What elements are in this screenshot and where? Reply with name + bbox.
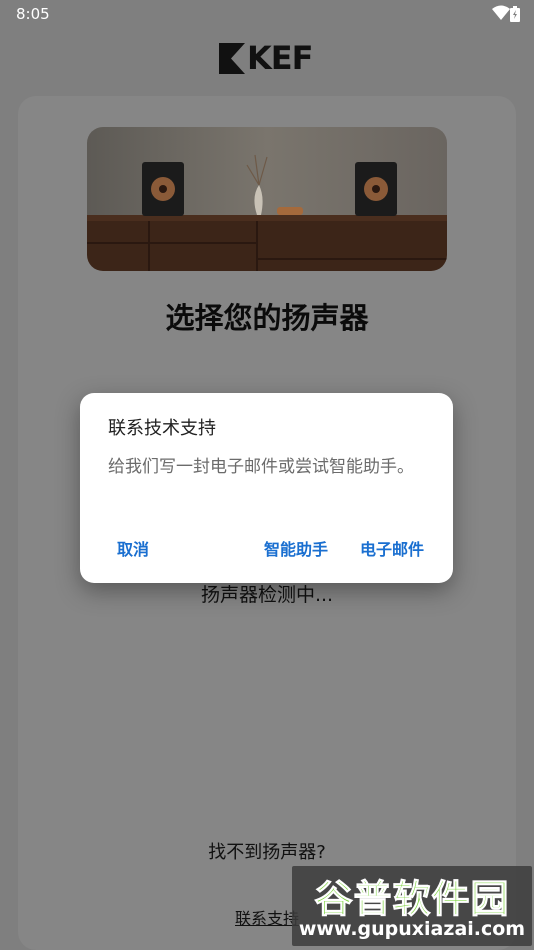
email-button[interactable]: 电子邮件 bbox=[360, 536, 424, 560]
status-time: 8:05 bbox=[16, 5, 50, 23]
watermark-url: www.gupuxiazai.com bbox=[298, 918, 526, 940]
speaker-hero-image bbox=[87, 127, 447, 271]
contact-support-link[interactable]: 联系支持 bbox=[235, 905, 299, 929]
page-title: 选择您的扬声器 bbox=[165, 301, 369, 335]
contact-support-dialog: 联系技术支持 给我们写一封电子邮件或尝试智能助手。 取消 智能助手 电子邮件 bbox=[80, 393, 453, 583]
cant-find-speaker-text: 找不到扬声器? bbox=[208, 842, 326, 863]
assistant-button[interactable]: 智能助手 bbox=[264, 536, 328, 560]
dialog-message: 给我们写一封电子邮件或尝试智能助手。 bbox=[108, 457, 414, 477]
watermark-logo: 谷普软件园 www.gupuxiazai.com bbox=[292, 866, 532, 946]
detecting-status-text: 扬声器检测中... bbox=[200, 584, 334, 606]
battery-icon bbox=[510, 6, 520, 26]
watermark-name: 谷普软件园 bbox=[314, 877, 510, 922]
status-bar: 8:05 bbox=[0, 0, 534, 28]
kef-logo-mark-icon bbox=[219, 42, 245, 74]
cancel-button[interactable]: 取消 bbox=[117, 536, 149, 560]
wifi-icon bbox=[492, 5, 510, 25]
kef-logo-text: KEF bbox=[247, 39, 314, 77]
kef-logo: KEF bbox=[219, 39, 314, 77]
dialog-title: 联系技术支持 bbox=[108, 418, 216, 439]
